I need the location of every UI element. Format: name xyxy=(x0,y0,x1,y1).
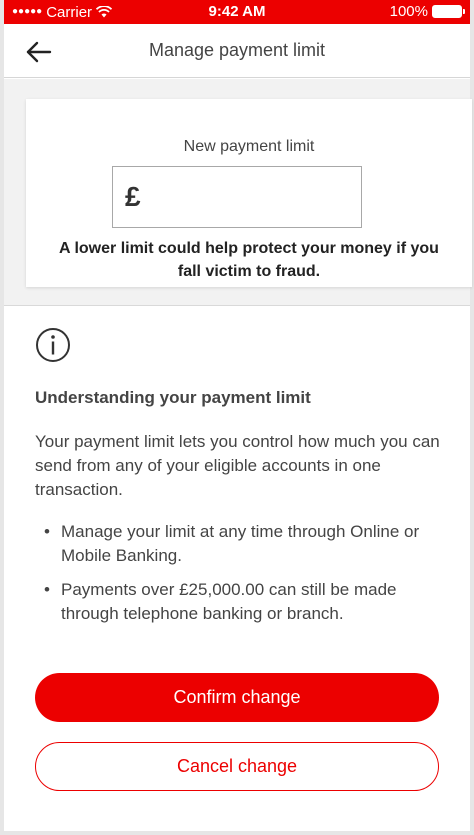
currency-symbol: £ xyxy=(125,181,141,212)
payment-limit-input[interactable] xyxy=(166,177,474,217)
list-item: • Manage your limit at any time through … xyxy=(35,520,455,568)
status-right: 100% xyxy=(389,3,465,20)
info-bullet-list: • Manage your limit at any time through … xyxy=(35,520,455,636)
bullet-icon: • xyxy=(44,580,50,599)
page-title: Manage payment limit xyxy=(148,40,326,60)
battery-icon xyxy=(432,5,465,18)
fraud-warning-text: A lower limit could help protect your mo… xyxy=(59,240,439,280)
bullet-text: Payments over £25,000.00 can still be ma… xyxy=(61,580,397,623)
bullet-icon: • xyxy=(44,522,50,541)
bullet-text: Manage your limit at any time through On… xyxy=(61,522,420,565)
payment-limit-field[interactable]: £ xyxy=(112,166,474,228)
navigation-bar: Manage payment limit xyxy=(4,24,470,78)
limit-section: New payment limit £ A lower limit could … xyxy=(4,79,474,306)
new-limit-label: New payment limit xyxy=(183,138,315,155)
info-icon xyxy=(36,328,70,362)
screen: ●●●●● Carrier 9:42 AM 100% Manage paymen… xyxy=(4,0,474,831)
list-item: • Payments over £25,000.00 can still be … xyxy=(35,578,455,626)
battery-percent: 100% xyxy=(389,3,428,20)
confirm-change-button[interactable]: Confirm change xyxy=(35,673,439,722)
payment-limit-card: New payment limit £ A lower limit could … xyxy=(26,99,474,287)
info-body-text: Your payment limit lets you control how … xyxy=(35,432,440,499)
info-heading: Understanding your payment limit xyxy=(35,388,311,407)
status-bar: ●●●●● Carrier 9:42 AM 100% xyxy=(4,0,470,24)
cancel-change-button[interactable]: Cancel change xyxy=(35,742,439,791)
